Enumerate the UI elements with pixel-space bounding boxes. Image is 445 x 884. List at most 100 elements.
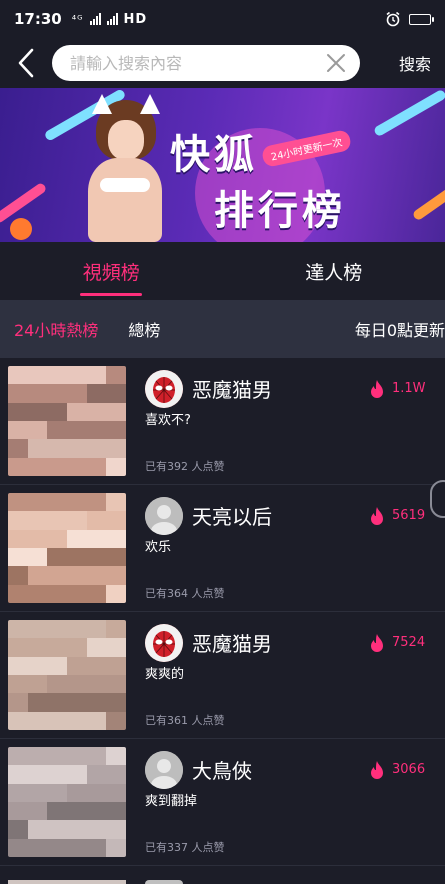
- tab-creator-ranking[interactable]: 達人榜: [223, 242, 445, 300]
- thumbnail-pixel: [27, 765, 48, 784]
- default-avatar[interactable]: [145, 497, 183, 535]
- thumbnail-pixel: [27, 511, 48, 530]
- author-name[interactable]: 恶魔猫男: [192, 374, 272, 403]
- thumbnail-pixel: [106, 421, 126, 440]
- ranking-banner[interactable]: 快狐 排行榜 24小时更新一次: [0, 88, 445, 242]
- thumbnail-pixel: [106, 366, 126, 385]
- like-count: 已有337 人点赞: [145, 841, 225, 854]
- thumbnail-pixel: [27, 529, 48, 548]
- signal-icon: ⁴ᴳ: [71, 12, 84, 26]
- thumbnail-pixel: [86, 675, 107, 694]
- character-ear: [92, 94, 112, 114]
- heat-count: 1.1W: [392, 381, 426, 396]
- thumbnail-pixel: [66, 493, 87, 512]
- thumbnail-pixel: [47, 457, 67, 476]
- thumbnail-pixel: [106, 820, 126, 839]
- list-item[interactable]: 恶魔猫男 7524 爽爽的 已有361 人点赞: [0, 612, 445, 739]
- thumbnail-pixel: [66, 384, 87, 403]
- thumbnail-pixel: [106, 783, 126, 802]
- author-name[interactable]: 大鳥俠: [192, 755, 252, 784]
- thumbnail-pixel: [27, 802, 48, 821]
- list-item[interactable]: 恶魔猫男 1.1W 喜欢不? 已有392 人点赞: [0, 358, 445, 485]
- network-indicators: ⁴ᴳ HD: [72, 12, 147, 27]
- thumbnail-pixel: [86, 711, 107, 730]
- character-body: [88, 158, 162, 242]
- thumbnail-pixel: [8, 384, 28, 403]
- thumbnail-pixel: [86, 366, 107, 385]
- next-thumbnail-peek: [8, 880, 126, 884]
- thumbnail-pixel: [8, 457, 28, 476]
- thumbnail-pixel: [86, 656, 107, 675]
- like-count: 已有392 人点赞: [145, 460, 225, 473]
- thumbnail-pixel: [106, 747, 126, 766]
- update-note: 每日0點更新: [354, 321, 445, 340]
- spiderman-avatar[interactable]: [145, 624, 183, 662]
- thumbnail-pixel: [86, 511, 107, 530]
- ranking-list: 恶魔猫男 1.1W 喜欢不? 已有392 人点赞 天亮以后 5619 欢乐 已有…: [0, 358, 445, 866]
- spiderman-avatar-icon: [145, 370, 183, 408]
- floating-scroll-handle[interactable]: [430, 480, 445, 518]
- thumbnail-pixel: [86, 439, 107, 458]
- thumbnail-pixel: [86, 493, 107, 512]
- character-face: [108, 120, 144, 160]
- thumbnail-pixel: [8, 675, 28, 694]
- video-thumbnail[interactable]: [8, 620, 126, 730]
- thumbnail-pixel: [66, 765, 87, 784]
- video-thumbnail[interactable]: [8, 747, 126, 857]
- signal-icon: [106, 13, 118, 25]
- thumbnail-pixel: [106, 638, 126, 657]
- subtab-overall[interactable]: 總榜: [128, 317, 160, 341]
- back-button[interactable]: [0, 38, 52, 88]
- thumbnail-pixel: [47, 402, 67, 421]
- list-item[interactable]: 大鳥俠 3066 爽到翻掉 已有337 人点赞: [0, 739, 445, 866]
- thumbnail-pixel: [106, 439, 126, 458]
- thumbnail-pixel: [66, 421, 87, 440]
- thumbnail-pixel: [86, 838, 107, 857]
- thumbnail-pixel: [86, 802, 107, 821]
- subtab-24h-hot[interactable]: 24小時熱榜: [14, 317, 98, 341]
- thumbnail-pixel: [66, 402, 87, 421]
- ranking-subtabs: 24小時熱榜 總榜 每日0點更新: [0, 300, 445, 358]
- default-avatar[interactable]: [145, 751, 183, 789]
- thumbnail-pixel: [106, 620, 126, 639]
- tab-video-ranking[interactable]: 視頻榜: [0, 242, 223, 300]
- clear-button[interactable]: [324, 51, 348, 75]
- thumbnail-pixel: [86, 384, 107, 403]
- battery-icon: [409, 13, 434, 25]
- thumbnail-pixel: [66, 675, 87, 694]
- author-name[interactable]: 天亮以后: [192, 501, 272, 530]
- thumbnail-pixel: [86, 638, 107, 657]
- video-thumbnail[interactable]: [8, 366, 126, 476]
- thumbnail-pixel: [66, 711, 87, 730]
- thumbnail-pixel: [106, 548, 126, 567]
- thumbnail-pixel: [47, 366, 67, 385]
- list-item[interactable]: 天亮以后 5619 欢乐 已有364 人点赞: [0, 485, 445, 612]
- status-right: [385, 11, 434, 27]
- thumbnail-pixel: [27, 548, 48, 567]
- thumbnail-pixel: [66, 566, 87, 585]
- search-button[interactable]: 搜索: [399, 51, 431, 75]
- search-input[interactable]: [70, 53, 324, 73]
- search-box: [52, 45, 360, 81]
- thumbnail-pixel: [106, 384, 126, 403]
- thumbnail-pixel: [86, 620, 107, 639]
- thumbnail-pixel: [27, 693, 48, 712]
- thumbnail-pixel: [86, 421, 107, 440]
- thumbnail-pixel: [66, 747, 87, 766]
- thumbnail-pixel: [47, 838, 67, 857]
- thumbnail-pixel: [8, 421, 28, 440]
- banner-title-line1: 快狐: [170, 132, 258, 178]
- thumbnail-pixel: [106, 566, 126, 585]
- thumbnail-pixel: [47, 747, 67, 766]
- author-name[interactable]: 恶魔猫男: [192, 628, 272, 657]
- status-bar: 17:30 ⁴ᴳ HD: [0, 0, 445, 38]
- thumbnail-pixel: [86, 693, 107, 712]
- video-thumbnail[interactable]: [8, 493, 126, 603]
- thumbnail-pixel: [86, 566, 107, 585]
- thumbnail-pixel: [8, 620, 28, 639]
- thumbnail-pixel: [66, 620, 87, 639]
- thumbnail-pixel: [47, 638, 67, 657]
- spiderman-avatar[interactable]: [145, 370, 183, 408]
- thumbnail-pixel: [66, 548, 87, 567]
- thumbnail-pixel: [86, 584, 107, 603]
